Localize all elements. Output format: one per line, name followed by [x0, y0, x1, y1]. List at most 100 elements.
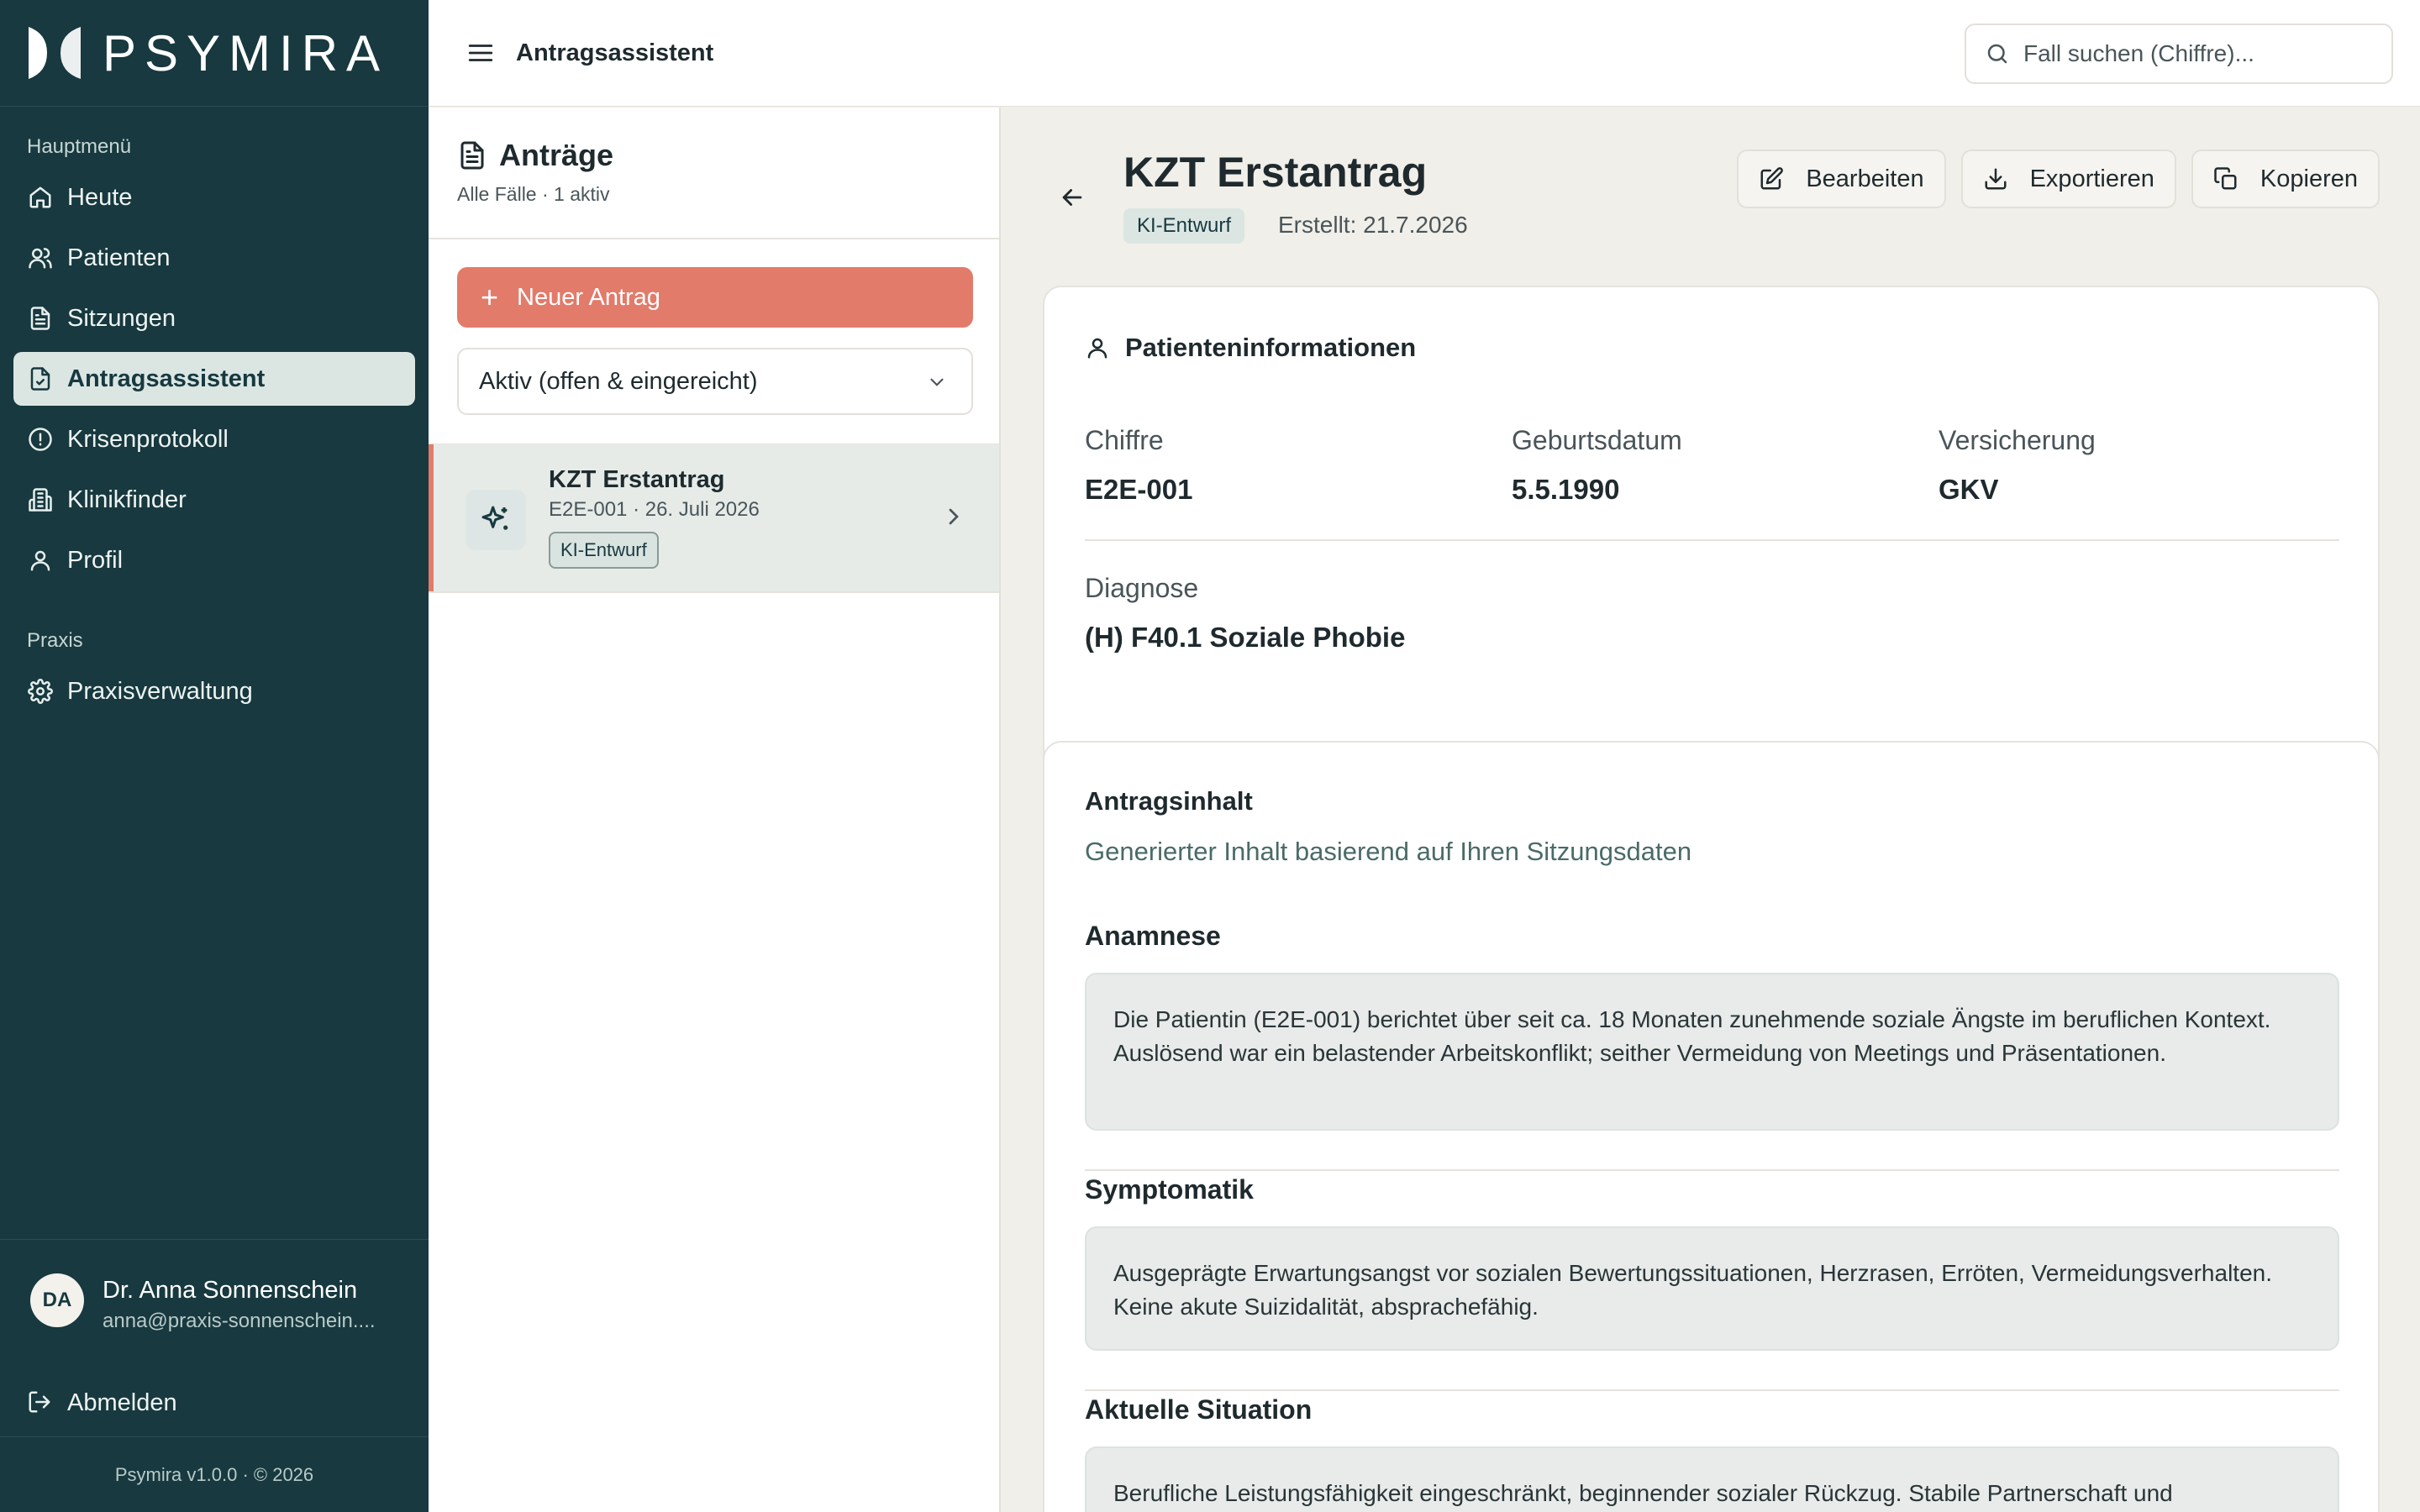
detail-actions: Bearbeiten Exportieren Kopieren — [1737, 150, 2380, 208]
list-header: Anträge Alle Fälle · 1 aktiv — [429, 108, 999, 239]
sidebar-item-label: Klinikfinder — [67, 486, 187, 513]
building-icon — [27, 486, 54, 513]
sidebar-item-profil[interactable]: Profil — [13, 533, 415, 587]
edit-button[interactable]: Bearbeiten — [1737, 150, 1946, 208]
chiffre-value: E2E-001 — [1085, 474, 1193, 505]
insurance-label: Versicherung — [1939, 425, 2096, 455]
user-profile[interactable]: DA Dr. Anna Sonnenschein anna@praxis-son… — [0, 1239, 429, 1369]
copy-icon — [2213, 166, 2238, 192]
list-subtitle: Alle Fälle · 1 aktiv — [457, 183, 610, 205]
topbar: Antragsassistent — [429, 0, 2420, 107]
diagnosis-value: (H) F40.1 Soziale Phobie — [1085, 622, 1406, 653]
nav-section-practice: Praxis — [27, 629, 83, 652]
card-title: Patienteninformationen — [1125, 333, 1417, 362]
created-date: Erstellt: 21.7.2026 — [1278, 212, 1468, 238]
sidebar-item-sitzungen[interactable]: Sitzungen — [13, 291, 415, 345]
status-filter-select[interactable]: Aktiv (offen & eingereicht) — [457, 348, 973, 415]
sidebar: PSYMIRA Hauptmenü Heute Patienten Sitzun… — [0, 0, 429, 1512]
birthdate-value: 5.5.1990 — [1512, 474, 1620, 505]
list-item[interactable]: KZT Erstantrag E2E-001 · 26. Juli 2026 K… — [429, 444, 999, 591]
insurance-value: GKV — [1939, 474, 1999, 505]
sidebar-item-patienten[interactable]: Patienten — [13, 231, 415, 285]
application-detail: KZT Erstantrag KI-Entwurf Erstellt: 21.7… — [1002, 108, 2420, 1512]
card-header: Patienteninformationen — [1085, 333, 1416, 363]
new-application-button[interactable]: + Neuer Antrag — [457, 267, 973, 328]
gear-icon — [27, 678, 54, 705]
chevron-right-icon — [949, 508, 959, 525]
divider — [1085, 1169, 2339, 1171]
alert-circle-icon — [27, 426, 54, 453]
sidebar-item-label: Patienten — [67, 244, 171, 271]
sidebar-item-krisenprotokoll[interactable]: Krisenprotokoll — [13, 412, 415, 466]
section-text-anamnese: Die Patientin (E2E-001) berichtet über s… — [1085, 973, 2339, 1131]
document-icon — [460, 141, 484, 170]
application-content-card: Antragsinhalt Generierter Inhalt basiere… — [1043, 741, 2380, 1512]
chevron-down-icon — [930, 378, 944, 386]
sidebar-item-label: Heute — [67, 183, 133, 211]
document-check-icon — [27, 365, 54, 392]
logout-button[interactable]: Abmelden — [0, 1369, 429, 1436]
section-title-aktuelle-situation: Aktuelle Situation — [1085, 1394, 1313, 1425]
user-icon — [1085, 335, 1110, 360]
new-application-label: Neuer Antrag — [517, 283, 660, 311]
patient-info-card: Patienteninformationen Chiffre E2E-001 G… — [1043, 286, 2380, 808]
card-title: Antragsinhalt — [1085, 786, 1253, 816]
section-text-aktuelle-situation: Berufliche Leistungsfähigkeit eingeschrä… — [1085, 1446, 2339, 1512]
search-box — [1965, 24, 2393, 84]
sidebar-item-label: Krisenprotokoll — [67, 425, 229, 453]
status-badge: KI-Entwurf — [1123, 208, 1245, 244]
document-icon — [27, 305, 54, 332]
brand-logo[interactable]: PSYMIRA — [0, 0, 429, 107]
brand-name: PSYMIRA — [103, 24, 389, 81]
section-title-anamnese: Anamnese — [1085, 921, 1221, 951]
user-name: Dr. Anna Sonnenschein — [103, 1277, 358, 1304]
users-icon — [27, 244, 54, 271]
status-badge: KI-Entwurf — [549, 532, 659, 569]
section-text-symptomatik: Ausgeprägte Erwartungsangst vor sozialen… — [1085, 1226, 2339, 1351]
applications-list-pane: Anträge Alle Fälle · 1 aktiv + Neuer Ant… — [429, 108, 1001, 1512]
list-title: Anträge — [499, 138, 614, 172]
download-icon — [1983, 166, 2008, 192]
sidebar-item-label: Antragsassistent — [67, 365, 266, 392]
copy-button[interactable]: Kopieren — [2191, 150, 2380, 208]
version-text: Psymira v1.0.0 · © 2026 — [0, 1436, 429, 1512]
detail-title: KZT Erstantrag — [1123, 149, 1428, 196]
hamburger-icon — [468, 45, 493, 61]
diagnosis-label: Diagnose — [1085, 573, 1199, 603]
birthdate-label: Geburtsdatum — [1512, 425, 1682, 455]
sidebar-item-label: Sitzungen — [67, 304, 176, 332]
edit-label: Bearbeiten — [1806, 165, 1924, 192]
menu-toggle-button[interactable] — [464, 36, 497, 70]
nav-section-main: Hauptmenü — [27, 135, 132, 158]
user-icon — [27, 547, 54, 574]
export-label: Exportieren — [2029, 165, 2154, 192]
divider — [1085, 1389, 2339, 1391]
divider — [429, 591, 999, 593]
avatar: DA — [30, 1273, 84, 1327]
page-title: Antragsassistent — [516, 39, 714, 66]
sidebar-footer: DA Dr. Anna Sonnenschein anna@praxis-son… — [0, 1239, 429, 1512]
sidebar-item-heute[interactable]: Heute — [13, 171, 415, 224]
list-item-subtitle: E2E-001 · 26. Juli 2026 — [549, 498, 760, 521]
search-icon — [1987, 44, 2007, 64]
home-icon — [27, 184, 54, 211]
back-arrow-icon[interactable] — [1058, 183, 1086, 212]
sparkles-icon — [466, 490, 526, 550]
sidebar-item-label: Praxisverwaltung — [67, 677, 253, 705]
logout-label: Abmelden — [67, 1389, 177, 1416]
filter-value: Aktiv (offen & eingereicht) — [479, 367, 758, 395]
export-button[interactable]: Exportieren — [1960, 150, 2176, 208]
chiffre-label: Chiffre — [1085, 425, 1164, 455]
card-subtitle: Generierter Inhalt basierend auf Ihren S… — [1085, 837, 1692, 866]
sidebar-item-label: Profil — [67, 546, 124, 574]
user-email: anna@praxis-sonnenschein.... — [103, 1310, 376, 1332]
logo-mark-icon — [27, 25, 82, 81]
sidebar-item-antragsassistent[interactable]: Antragsassistent — [13, 352, 415, 406]
section-title-symptomatik: Symptomatik — [1085, 1174, 1254, 1205]
sidebar-item-praxisverwaltung[interactable]: Praxisverwaltung — [13, 664, 415, 718]
plus-icon: + — [481, 280, 499, 314]
search-input[interactable] — [2023, 40, 2360, 67]
sidebar-item-klinikfinder[interactable]: Klinikfinder — [13, 473, 415, 527]
copy-label: Kopieren — [2260, 165, 2358, 192]
divider — [1085, 539, 2339, 541]
